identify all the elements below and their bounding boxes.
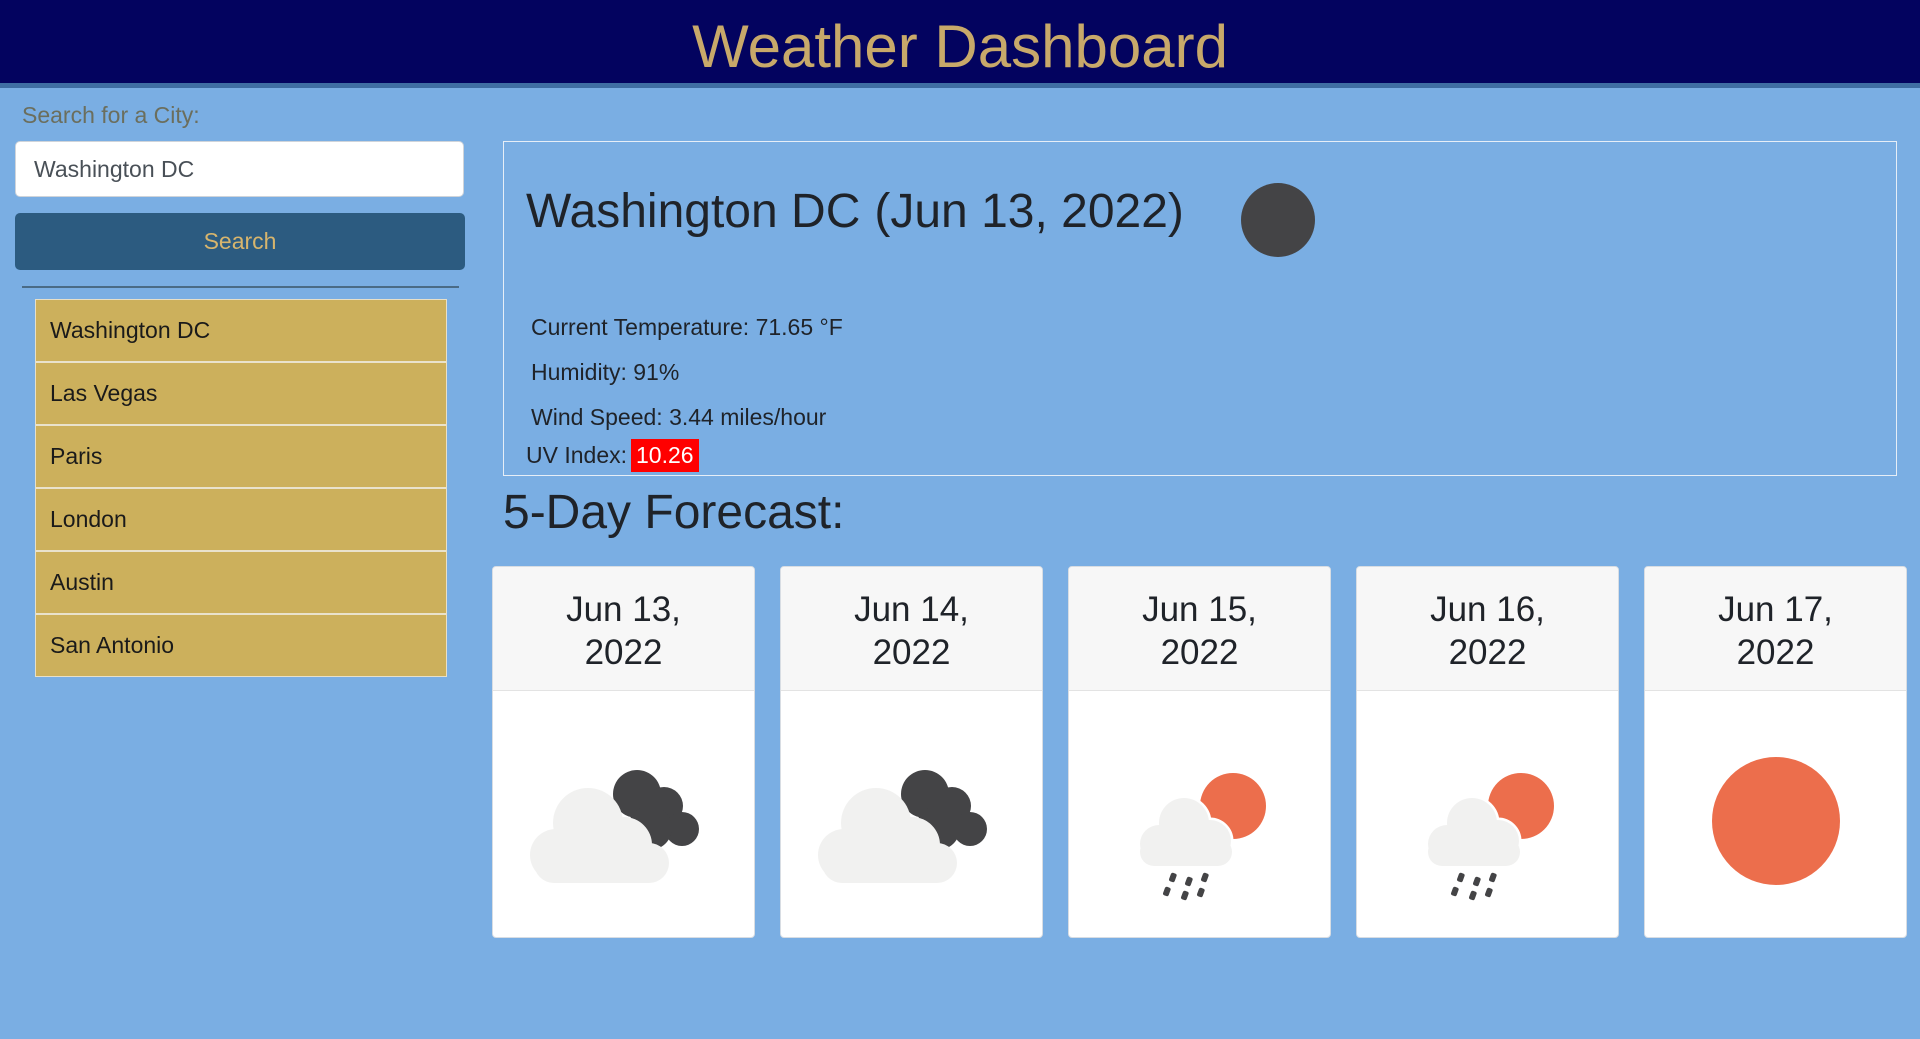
current-wind-speed: Wind Speed: 3.44 miles/hour bbox=[531, 404, 827, 430]
divider bbox=[22, 286, 459, 288]
city-search-input[interactable] bbox=[15, 141, 464, 197]
forecast-card-date: Jun 17, 2022 bbox=[1645, 567, 1906, 691]
forecast-card-3: Jun 15, 2022 bbox=[1068, 566, 1331, 938]
dark-circle-icon bbox=[1241, 183, 1315, 257]
forecast-card-5: Jun 17, 2022 bbox=[1644, 566, 1907, 938]
forecast-card-4: Jun 16, 2022 bbox=[1356, 566, 1619, 938]
history-item-las-vegas[interactable]: Las Vegas bbox=[36, 363, 446, 426]
forecast-date-line: Jun 16, bbox=[1430, 590, 1545, 629]
uv-index-row: UV Index: 10.26 bbox=[526, 439, 699, 472]
forecast-card-2: Jun 14, 2022 bbox=[780, 566, 1043, 938]
uv-index-badge: 10.26 bbox=[631, 439, 699, 472]
current-temperature: Current Temperature: 71.65 °F bbox=[531, 314, 843, 340]
sun-cloud-rain-icon bbox=[1137, 773, 1266, 901]
current-weather-panel: Washington DC (Jun 13, 2022) Current Temp… bbox=[503, 141, 1897, 476]
forecast-date-line: Jun 14, bbox=[854, 590, 969, 629]
cloudy-night-icon bbox=[530, 770, 699, 883]
history-item-austin[interactable]: Austin bbox=[36, 552, 446, 615]
forecast-date-line: Jun 13, bbox=[566, 590, 681, 629]
current-city-name: Washington DC bbox=[526, 185, 861, 238]
forecast-date-line: Jun 15, bbox=[1142, 590, 1257, 629]
forecast-card-date: Jun 14, 2022 bbox=[781, 567, 1042, 691]
forecast-heading: 5-Day Forecast: bbox=[503, 486, 845, 539]
forecast-year-line: 2022 bbox=[584, 633, 663, 672]
forecast-card-date: Jun 15, 2022 bbox=[1069, 567, 1330, 691]
history-item-washington-dc[interactable]: Washington DC bbox=[36, 300, 446, 363]
search-button[interactable]: Search bbox=[15, 213, 465, 270]
page-title: Weather Dashboard bbox=[692, 13, 1228, 80]
forecast-year-line: 2022 bbox=[1160, 633, 1239, 672]
search-history-list: Washington DC Las Vegas Paris London Aus… bbox=[35, 299, 447, 677]
forecast-card-date: Jun 13, 2022 bbox=[493, 567, 754, 691]
uv-index-label: UV Index: bbox=[526, 442, 627, 468]
forecast-card-1: Jun 13, 2022 bbox=[492, 566, 755, 938]
sun-cloud-rain-icon bbox=[1425, 773, 1554, 901]
current-weather-title: Washington DC (Jun 13, 2022) bbox=[526, 184, 1184, 239]
current-humidity: Humidity: 91% bbox=[531, 359, 680, 385]
forecast-year-line: 2022 bbox=[872, 633, 951, 672]
history-item-paris[interactable]: Paris bbox=[36, 426, 446, 489]
forecast-date-line: Jun 17, bbox=[1718, 590, 1833, 629]
current-date: (Jun 13, 2022) bbox=[874, 185, 1184, 238]
header-bar: Weather Dashboard bbox=[0, 0, 1920, 88]
cloudy-night-icon bbox=[818, 770, 987, 883]
history-item-san-antonio[interactable]: San Antonio bbox=[36, 615, 446, 676]
forecast-year-line: 2022 bbox=[1448, 633, 1527, 672]
search-label: Search for a City: bbox=[22, 102, 200, 128]
sun-icon bbox=[1712, 757, 1840, 885]
history-item-london[interactable]: London bbox=[36, 489, 446, 552]
forecast-year-line: 2022 bbox=[1736, 633, 1815, 672]
forecast-card-date: Jun 16, 2022 bbox=[1357, 567, 1618, 691]
